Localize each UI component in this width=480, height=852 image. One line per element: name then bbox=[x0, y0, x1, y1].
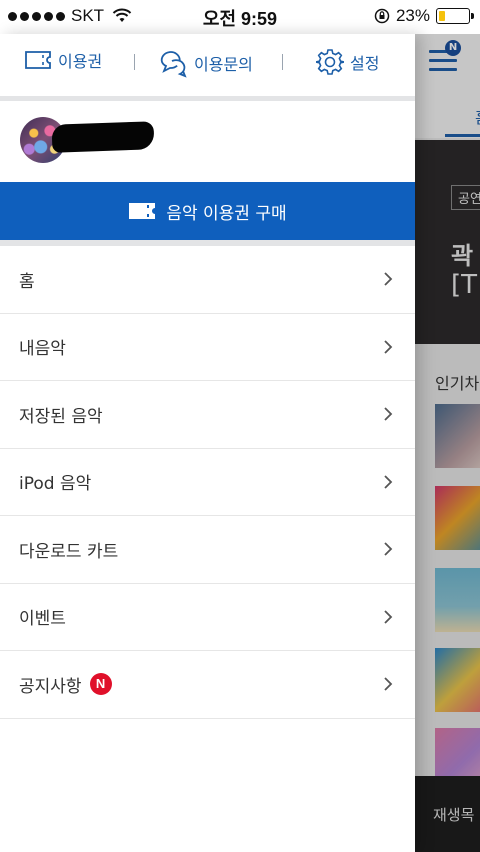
menu-item-notices[interactable]: 공지사항 N bbox=[0, 651, 415, 719]
redacted-username bbox=[51, 121, 155, 153]
menu-item-download-cart[interactable]: 다운로드 카트 bbox=[0, 516, 415, 584]
chevron-right-icon bbox=[384, 474, 393, 489]
rotation-lock-icon bbox=[374, 8, 390, 24]
menu-item-label: 홈 bbox=[19, 271, 35, 292]
menu-item-label: 저장된 음악 bbox=[19, 406, 103, 427]
buy-ticket-button[interactable]: 음악 이용권 구매 bbox=[0, 182, 415, 240]
battery-percent: 23% bbox=[395, 6, 430, 25]
menu-item-ipod-music[interactable]: iPod 음악 bbox=[0, 449, 415, 516]
menu-item-label: 공지사항 bbox=[19, 676, 82, 697]
chat-bubbles-icon bbox=[160, 51, 187, 78]
profile-section[interactable] bbox=[0, 101, 415, 182]
buy-ticket-label: 음악 이용권 구매 bbox=[166, 203, 287, 224]
settings-link-label: 설정 bbox=[350, 54, 380, 73]
menu-item-label: 이벤트 bbox=[19, 609, 66, 630]
status-bar: SKT 오전 9:59 23% bbox=[0, 0, 480, 34]
menu-item-home[interactable]: 홈 bbox=[0, 246, 415, 314]
chevron-right-icon bbox=[384, 677, 393, 691]
chevron-right-icon bbox=[384, 407, 393, 421]
chevron-right-icon bbox=[384, 339, 393, 354]
ticket-link-label: 이용권 bbox=[58, 52, 103, 71]
ticket-link[interactable]: 이용권 bbox=[24, 48, 102, 72]
divider bbox=[134, 54, 135, 70]
gear-icon bbox=[316, 49, 344, 75]
menu-item-my-music[interactable]: 내음악 bbox=[0, 314, 415, 381]
drawer-overlay[interactable] bbox=[415, 34, 480, 852]
settings-link[interactable]: 설정 bbox=[316, 48, 379, 76]
new-badge: N bbox=[89, 673, 112, 696]
chevron-right-icon bbox=[384, 542, 393, 556]
chevron-right-icon bbox=[384, 272, 393, 286]
side-drawer: 이용권 이용문의 설정 음악 이용권 구매 홈 내음악 저장된 음악 iPod … bbox=[0, 34, 415, 852]
ticket-icon bbox=[129, 203, 156, 219]
menu-item-label: iPod 음악 bbox=[19, 474, 92, 495]
chevron-right-icon bbox=[384, 609, 393, 624]
status-right: 23% bbox=[374, 6, 474, 26]
ticket-icon bbox=[25, 51, 51, 69]
drawer-top-links: 이용권 이용문의 설정 bbox=[0, 34, 415, 96]
battery-icon bbox=[436, 8, 474, 24]
menu-item-saved-music[interactable]: 저장된 음악 bbox=[0, 381, 415, 449]
background-app: N 홈 공연 곽 [T 인기차 재생목 bbox=[415, 34, 480, 852]
drawer-menu: 홈 내음악 저장된 음악 iPod 음악 다운로드 카트 이벤트 공지사항 N bbox=[0, 240, 415, 719]
menu-item-label: 다운로드 카트 bbox=[19, 541, 119, 562]
inquiry-link[interactable]: 이용문의 bbox=[158, 48, 253, 78]
inquiry-link-label: 이용문의 bbox=[194, 55, 253, 74]
menu-item-label: 내음악 bbox=[19, 339, 66, 360]
divider bbox=[282, 54, 283, 70]
menu-item-events[interactable]: 이벤트 bbox=[0, 584, 415, 651]
